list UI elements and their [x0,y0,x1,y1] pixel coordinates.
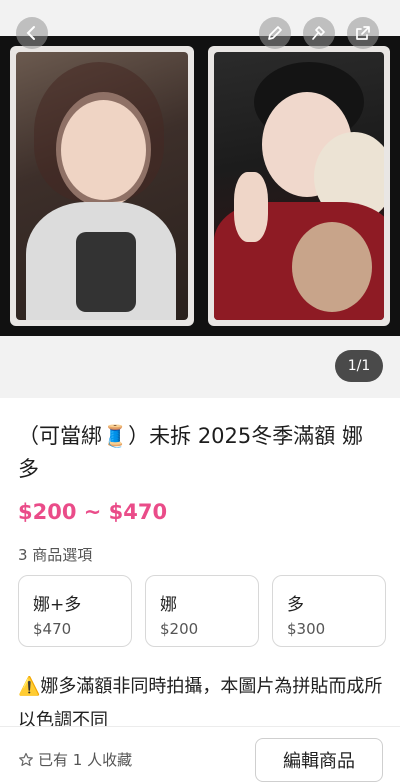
share-button[interactable] [347,17,379,49]
option-price: $200 [160,620,199,638]
product-title: （可當綁🧵）未拆 2025冬季滿額 娜多 [18,424,363,481]
option-card[interactable]: 娜 $200 [145,575,259,647]
option-card[interactable]: 多 $300 [272,575,386,647]
options-count: 3 商品選項 [18,546,93,564]
image-gallery[interactable]: 1/1 [0,0,400,398]
favorites-link[interactable]: 已有 1 人收藏 [18,749,132,770]
edit-product-button[interactable]: 編輯商品 [255,738,383,782]
product-photo[interactable] [0,36,400,336]
option-name: 娜 [160,595,177,615]
option-card[interactable]: 娜+多 $470 [18,575,132,647]
back-button[interactable] [16,17,48,49]
image-counter: 1/1 [335,350,383,382]
pencil-icon [268,26,282,40]
option-price: $470 [33,620,72,638]
option-price: $300 [287,620,326,638]
bid-button[interactable] [303,17,335,49]
product-price: $200 ~ $470 [18,500,168,524]
hammer-icon [312,26,325,40]
bottom-bar: 已有 1 人收藏 編輯商品 [0,726,400,784]
back-icon [26,26,35,40]
photocard-left [10,46,194,326]
option-name: 多 [287,595,304,615]
favorites-text: 已有 1 人收藏 [38,751,133,769]
star-icon [19,752,33,766]
share-icon [356,26,370,40]
option-name: 娜+多 [33,595,82,615]
edit-photo-button[interactable] [259,17,291,49]
photocard-right-image [214,52,384,320]
photocard-right [208,46,390,326]
photocard-left-image [16,52,188,320]
